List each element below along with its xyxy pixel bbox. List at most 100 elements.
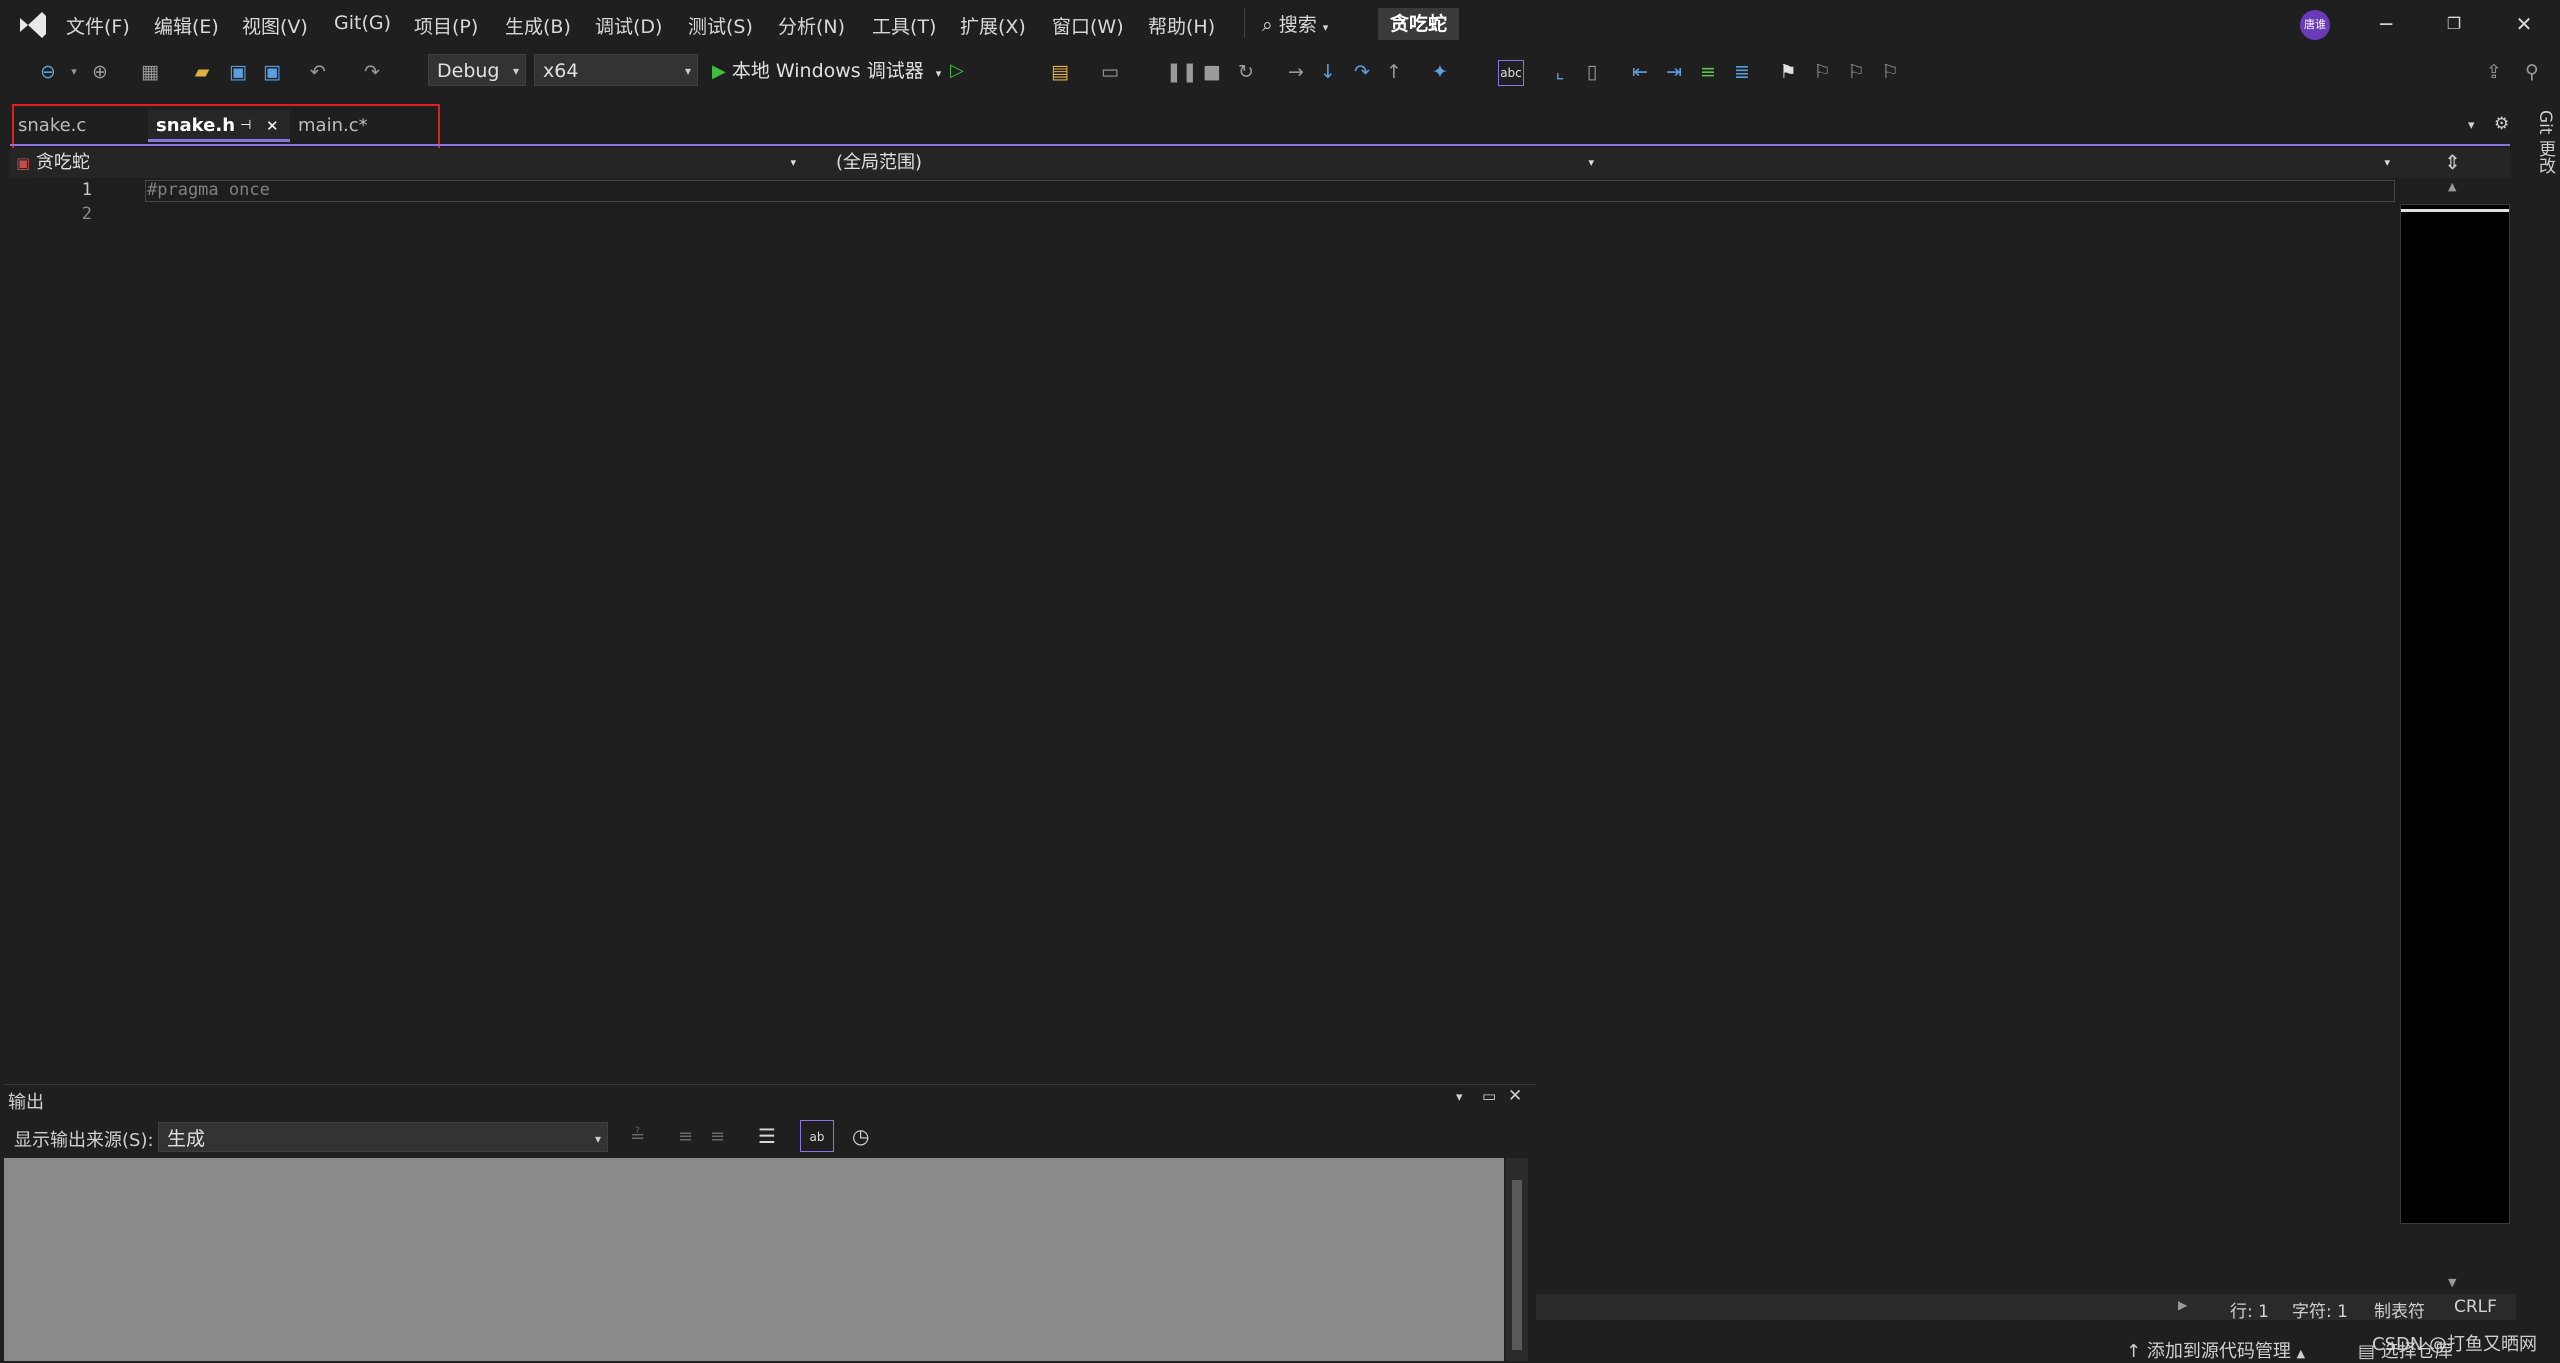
format-icon[interactable]: ⌞ — [1548, 60, 1572, 84]
project-select[interactable]: ▣ 贪吃蛇 ▾ — [16, 148, 802, 178]
pause-icon[interactable]: ❚❚ — [1166, 60, 1198, 84]
comment-icon[interactable]: ≡ — [1696, 60, 1720, 84]
spell-check-icon[interactable]: abc — [1498, 60, 1524, 86]
step-over-icon[interactable]: ↷ — [1350, 60, 1374, 84]
find-message-icon[interactable]: ≟ — [630, 1126, 645, 1147]
solution-explorer-icon[interactable]: ▤ — [1048, 60, 1072, 84]
line-indicator[interactable]: 行: 1 — [2230, 1297, 2269, 1322]
menu-help[interactable]: 帮助(H) — [1148, 12, 1215, 39]
char-indicator[interactable]: 字符: 1 — [2292, 1297, 2348, 1322]
layout-icon[interactable]: ▭ — [1098, 60, 1122, 84]
clock-icon[interactable]: ◷ — [852, 1124, 869, 1148]
split-editor-icon[interactable]: ⇕ — [2444, 150, 2461, 174]
menu-extensions[interactable]: 扩展(X) — [960, 12, 1026, 39]
add-source-control-button[interactable]: ↑ 添加到源代码管理 ▲ — [2126, 1337, 2305, 1363]
scope-select[interactable]: (全局范围) ▾ — [836, 148, 1600, 178]
tabs-indicator[interactable]: 制表符 — [2374, 1297, 2425, 1322]
menu-view[interactable]: 视图(V) — [242, 12, 308, 39]
restore-icon[interactable]: ❐ — [2434, 8, 2474, 40]
git-changes-tab[interactable]: Git 更改 — [2518, 110, 2558, 174]
scroll-thumb[interactable] — [2401, 209, 2509, 212]
menu-separator — [1244, 8, 1245, 38]
clipboard-icon[interactable]: ▯ — [1580, 60, 1604, 84]
open-folder-icon[interactable]: ▰ — [190, 60, 214, 84]
close-icon[interactable]: ✕ — [1508, 1086, 1522, 1106]
step-out-icon[interactable]: ↑ — [1382, 60, 1406, 84]
menu-git[interactable]: Git(G) — [334, 12, 391, 34]
new-project-icon[interactable]: ▦ — [138, 60, 162, 84]
menu-project[interactable]: 项目(P) — [414, 12, 478, 39]
gear-icon[interactable]: ⚙ — [2494, 114, 2509, 134]
search-button[interactable]: ⌕ 搜索 ▾ — [1262, 10, 1328, 37]
scroll-down-icon[interactable]: ▼ — [2448, 1276, 2456, 1289]
back-icon[interactable]: ⊖ — [36, 60, 60, 84]
indent-icon[interactable]: ⇥ — [1662, 60, 1686, 84]
menu-tools[interactable]: 工具(T) — [872, 12, 936, 39]
arrow-up-icon: ↑ — [2126, 1341, 2142, 1362]
menu-edit[interactable]: 编辑(E) — [154, 12, 219, 39]
start-without-debugging-icon[interactable]: ▷ — [950, 60, 964, 81]
feedback-icon[interactable]: ⚲ — [2520, 60, 2544, 84]
maximize-icon[interactable]: ▭ — [1482, 1087, 1496, 1105]
clear-all-icon[interactable]: ☰ — [758, 1124, 776, 1148]
next-bookmark-icon[interactable]: ⚐ — [1844, 60, 1868, 84]
vertical-scrollbar-map[interactable] — [2400, 204, 2510, 1224]
add-source-control-label: 添加到源代码管理 — [2146, 1341, 2291, 1362]
code-editor[interactable] — [34, 178, 2398, 1078]
restart-icon[interactable]: ↻ — [1234, 60, 1258, 84]
scroll-thumb[interactable] — [1512, 1180, 1522, 1350]
chevron-down-icon: ▾ — [1588, 156, 1594, 169]
tab-overflow-icon[interactable]: ▾ — [2468, 118, 2475, 133]
uncomment-icon[interactable]: ≣ — [1730, 60, 1754, 84]
search-icon: ⌕ — [1262, 14, 1273, 36]
scroll-up-icon[interactable]: ▲ — [2448, 180, 2456, 193]
prev-message-icon[interactable]: ≡ — [678, 1126, 693, 1147]
member-select[interactable]: ▾ — [1612, 148, 2396, 178]
scroll-right-icon[interactable]: ▶ — [2178, 1298, 2187, 1312]
next-message-icon[interactable]: ≡ — [710, 1126, 725, 1147]
stop-icon[interactable]: ■ — [1200, 60, 1224, 84]
save-icon[interactable]: ▣ — [226, 60, 250, 84]
code-line[interactable]: #pragma once — [147, 180, 270, 200]
panel-menu-icon[interactable]: ▾ — [1456, 1090, 1463, 1105]
line-number: 2 — [81, 204, 92, 224]
chevron-down-icon: ▾ — [935, 67, 942, 80]
avatar[interactable]: 唐谁 — [2300, 10, 2330, 40]
configuration-select[interactable]: Debug ▾ — [428, 54, 526, 86]
start-debugging-button[interactable]: ▶ 本地 Windows 调试器 ▾ — [712, 56, 941, 86]
diagnostic-icon[interactable]: ✦ — [1428, 60, 1452, 84]
close-icon[interactable]: ✕ — [2504, 8, 2544, 40]
menu-test[interactable]: 测试(S) — [688, 12, 753, 39]
output-scrollbar[interactable] — [1506, 1158, 1528, 1361]
menu-analyze[interactable]: 分析(N) — [778, 12, 845, 39]
show-next-statement-icon[interactable]: → — [1284, 60, 1308, 84]
outdent-icon[interactable]: ⇤ — [1628, 60, 1652, 84]
save-all-icon[interactable]: ▣ — [260, 60, 284, 84]
menu-window[interactable]: 窗口(W) — [1052, 12, 1124, 39]
minimize-icon[interactable]: ─ — [2366, 8, 2406, 40]
output-text-area[interactable] — [4, 1158, 1504, 1361]
share-icon[interactable]: ⇪ — [2482, 60, 2506, 84]
undo-icon[interactable]: ↶ — [306, 60, 330, 84]
watermark: CSDN @打鱼又晒网 — [2372, 1334, 2538, 1355]
output-source-value: 生成 — [167, 1128, 206, 1150]
menu-debug[interactable]: 调试(D) — [595, 12, 662, 39]
line-ending-indicator[interactable]: CRLF — [2454, 1297, 2497, 1317]
output-source-select[interactable]: 生成 ▾ — [158, 1122, 608, 1152]
run-label: 本地 Windows 调试器 — [731, 60, 924, 82]
play-icon: ▶ — [712, 61, 726, 82]
chevron-down-icon[interactable]: ▾ — [62, 60, 86, 84]
title-bar: 文件(F) 编辑(E) 视图(V) Git(G) 项目(P) 生成(B) 调试(… — [0, 0, 2560, 50]
prev-bookmark-icon[interactable]: ⚐ — [1810, 60, 1834, 84]
menu-build[interactable]: 生成(B) — [505, 12, 571, 39]
redo-icon[interactable]: ↷ — [360, 60, 384, 84]
bookmark-icon[interactable]: ⚑ — [1776, 60, 1800, 84]
step-into-icon[interactable]: ↓ — [1316, 60, 1340, 84]
chevron-down-icon: ▾ — [1322, 21, 1329, 34]
word-wrap-icon[interactable]: ab — [800, 1120, 834, 1152]
forward-icon[interactable]: ⊕ — [88, 60, 112, 84]
clear-bookmarks-icon[interactable]: ⚐ — [1878, 60, 1902, 84]
menu-file[interactable]: 文件(F) — [66, 12, 130, 39]
platform-select[interactable]: x64 ▾ — [534, 54, 698, 86]
visual-studio-logo-icon — [16, 8, 50, 42]
